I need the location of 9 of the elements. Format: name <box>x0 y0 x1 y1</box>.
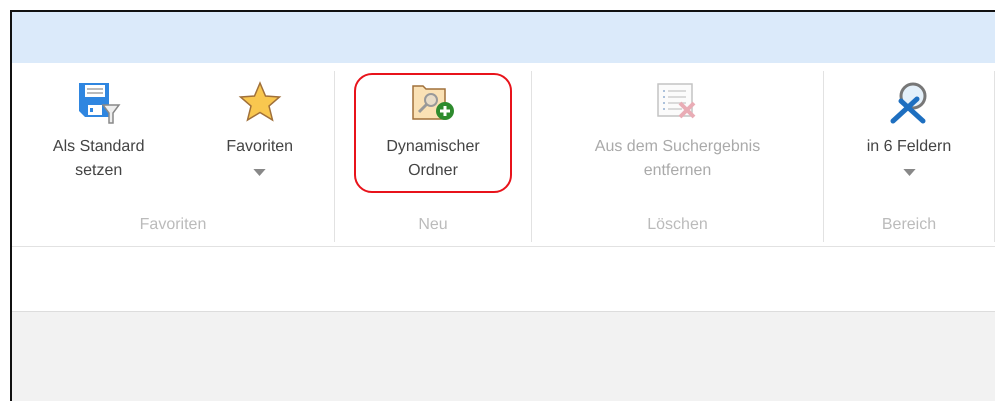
group-label: Bereich <box>880 216 938 235</box>
ribbon-button[interactable]: Dynamischer Ordner <box>354 73 512 193</box>
ribbon-button[interactable]: Als Standard setzen <box>20 73 177 193</box>
floppy-filter-icon <box>76 81 121 125</box>
group-label: Neu <box>417 216 449 235</box>
ribbon-button[interactable]: Favoriten <box>194 73 326 186</box>
group-label: Favoriten <box>138 216 208 235</box>
ribbon-button[interactable]: in 6 Feldern <box>834 73 984 186</box>
group-label: Löschen <box>646 216 709 235</box>
